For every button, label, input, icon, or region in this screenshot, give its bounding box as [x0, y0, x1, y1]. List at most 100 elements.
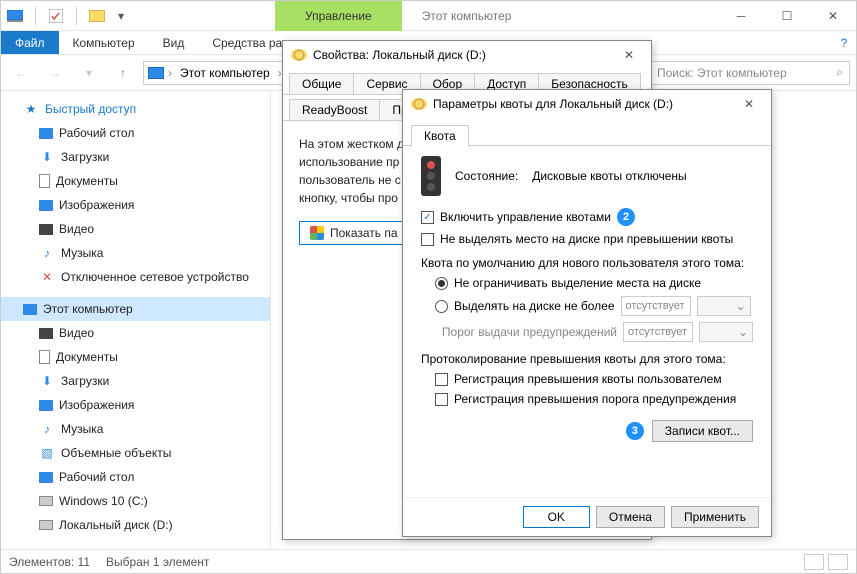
star-icon: ★ — [23, 101, 39, 117]
close-icon[interactable]: ✕ — [615, 48, 643, 62]
music-icon: ♪ — [39, 245, 55, 261]
log-quota-checkbox[interactable] — [435, 373, 448, 386]
pc-icon — [23, 304, 37, 315]
properties-icon[interactable] — [48, 8, 64, 24]
dialog-buttons: OK Отмена Применить — [403, 497, 771, 536]
tab-quota[interactable]: Квота — [411, 125, 469, 146]
sidebar-quick-access[interactable]: ★ Быстрый доступ — [1, 97, 270, 121]
sidebar-item[interactable]: Рабочий стол — [1, 465, 270, 489]
tab-readyboost[interactable]: ReadyBoost — [289, 99, 380, 120]
window-controls: ─ ☐ ✕ — [718, 1, 856, 31]
breadcrumb[interactable]: Этот компьютер — [176, 66, 274, 80]
dropdown-icon[interactable]: ▾ — [113, 8, 129, 24]
large-icons-view-icon[interactable] — [828, 554, 848, 570]
quota-entries-button[interactable]: Записи квот... — [652, 420, 753, 442]
apply-button[interactable]: Применить — [671, 506, 759, 528]
window-title: Этот компьютер — [402, 9, 532, 23]
status-value: Дисковые квоты отключены — [532, 169, 686, 183]
sidebar-item[interactable]: ⬇Загрузки — [1, 145, 270, 169]
sidebar-item[interactable]: Видео — [1, 321, 270, 345]
video-icon — [39, 224, 53, 235]
sidebar-item[interactable]: ▧Объемные объекты — [1, 441, 270, 465]
warning-label: Порог выдачи предупреждений — [435, 325, 617, 339]
sidebar-item[interactable]: ✕Отключенное сетевое устройство — [1, 265, 270, 289]
sidebar-item[interactable]: ♪Музыка — [1, 417, 270, 441]
forward-button[interactable]: → — [41, 59, 69, 87]
quota-settings-dialog: Параметры квоты для Локальный диск (D:) … — [402, 89, 772, 537]
recent-dropdown[interactable]: ▾ — [75, 59, 103, 87]
sidebar-item[interactable]: Изображения — [1, 393, 270, 417]
status-selection: Выбран 1 элемент — [106, 555, 209, 569]
desktop-icon — [39, 128, 53, 139]
document-icon — [39, 174, 50, 188]
download-icon: ⬇ — [39, 149, 55, 165]
quick-access-toolbar: ▾ — [1, 7, 135, 25]
sidebar-item[interactable]: ⬇Загрузки — [1, 369, 270, 393]
traffic-light-icon — [421, 156, 441, 196]
sidebar-item[interactable]: Windows 10 (C:) — [1, 489, 270, 513]
tab-strip: Квота — [403, 118, 771, 146]
drive-icon — [291, 49, 307, 61]
help-icon[interactable]: ? — [832, 31, 856, 54]
dialog-title: Свойства: Локальный диск (D:) — [313, 48, 486, 62]
warning-value-input[interactable]: отсутствует — [623, 322, 693, 342]
dialog-body: Состояние: Дисковые квоты отключены ✓ Вк… — [403, 146, 771, 450]
sidebar-item[interactable]: Изображения — [1, 193, 270, 217]
maximize-button[interactable]: ☐ — [764, 1, 810, 31]
limit-value-input[interactable]: отсутствует — [621, 296, 691, 316]
dialog-titlebar[interactable]: Свойства: Локальный диск (D:) ✕ — [283, 41, 651, 69]
deny-space-checkbox[interactable] — [421, 233, 434, 246]
sidebar-item[interactable]: Документы — [1, 169, 270, 193]
close-button[interactable]: ✕ — [810, 1, 856, 31]
menu-file[interactable]: Файл — [1, 31, 59, 54]
status-element-count: Элементов: 11 — [9, 555, 90, 569]
search-icon[interactable]: ⌕ — [836, 65, 843, 80]
pictures-icon — [39, 200, 53, 211]
video-icon — [39, 328, 53, 339]
enable-quota-label: Включить управление квотами — [440, 210, 611, 224]
desktop-icon — [39, 472, 53, 483]
back-button[interactable]: ← — [7, 59, 35, 87]
log-warning-label: Регистрация превышения порога предупрежд… — [454, 392, 736, 406]
sidebar-item[interactable]: Локальный диск (D:) — [1, 513, 270, 537]
sidebar-item[interactable]: Документы — [1, 345, 270, 369]
warning-unit-combo[interactable]: ⌄ — [699, 322, 753, 342]
menu-computer[interactable]: Компьютер — [59, 31, 149, 54]
tab-general[interactable]: Общие — [289, 73, 354, 94]
close-icon[interactable]: ✕ — [735, 97, 763, 111]
minimize-button[interactable]: ─ — [718, 1, 764, 31]
document-icon — [39, 350, 50, 364]
limit-radio[interactable] — [435, 300, 448, 313]
sidebar-item[interactable]: Видео — [1, 217, 270, 241]
pc-icon — [7, 8, 23, 24]
dialog-titlebar[interactable]: Параметры квоты для Локальный диск (D:) … — [403, 90, 771, 118]
search-input[interactable]: Поиск: Этот компьютер ⌕ — [650, 61, 850, 85]
enable-quota-checkbox[interactable]: ✓ — [421, 211, 434, 224]
cancel-button[interactable]: Отмена — [596, 506, 665, 528]
log-warning-checkbox[interactable] — [435, 393, 448, 406]
ok-button[interactable]: OK — [523, 506, 590, 528]
network-drive-icon: ✕ — [39, 269, 55, 285]
step-badge-3: 3 — [626, 422, 644, 440]
limit-label: Выделять на диске не более — [454, 299, 615, 313]
details-view-icon[interactable] — [804, 554, 824, 570]
up-button[interactable]: ↑ — [109, 59, 137, 87]
titlebar: ▾ Управление Этот компьютер ─ ☐ ✕ — [1, 1, 856, 31]
menu-view[interactable]: Вид — [149, 31, 199, 54]
show-quota-button[interactable]: Показать па — [299, 221, 409, 245]
sidebar-item[interactable]: Рабочий стол — [1, 121, 270, 145]
ribbon-context-tab[interactable]: Управление — [275, 1, 402, 31]
limit-unit-combo[interactable]: ⌄ — [697, 296, 751, 316]
navigation-pane: ★ Быстрый доступ Рабочий стол ⬇Загрузки … — [1, 91, 271, 549]
chevron-right-icon[interactable]: › — [168, 66, 172, 80]
no-limit-label: Не ограничивать выделение места на диске — [454, 276, 701, 290]
no-limit-radio[interactable] — [435, 277, 448, 290]
new-folder-icon[interactable] — [89, 8, 105, 24]
cube-icon: ▧ — [39, 445, 55, 461]
download-icon: ⬇ — [39, 373, 55, 389]
view-switcher — [804, 554, 848, 570]
sidebar-this-pc[interactable]: Этот компьютер — [1, 297, 270, 321]
logging-section: Протоколирование превышения квоты для эт… — [421, 352, 753, 366]
sidebar-item[interactable]: ♪Музыка — [1, 241, 270, 265]
drive-icon — [39, 520, 53, 530]
